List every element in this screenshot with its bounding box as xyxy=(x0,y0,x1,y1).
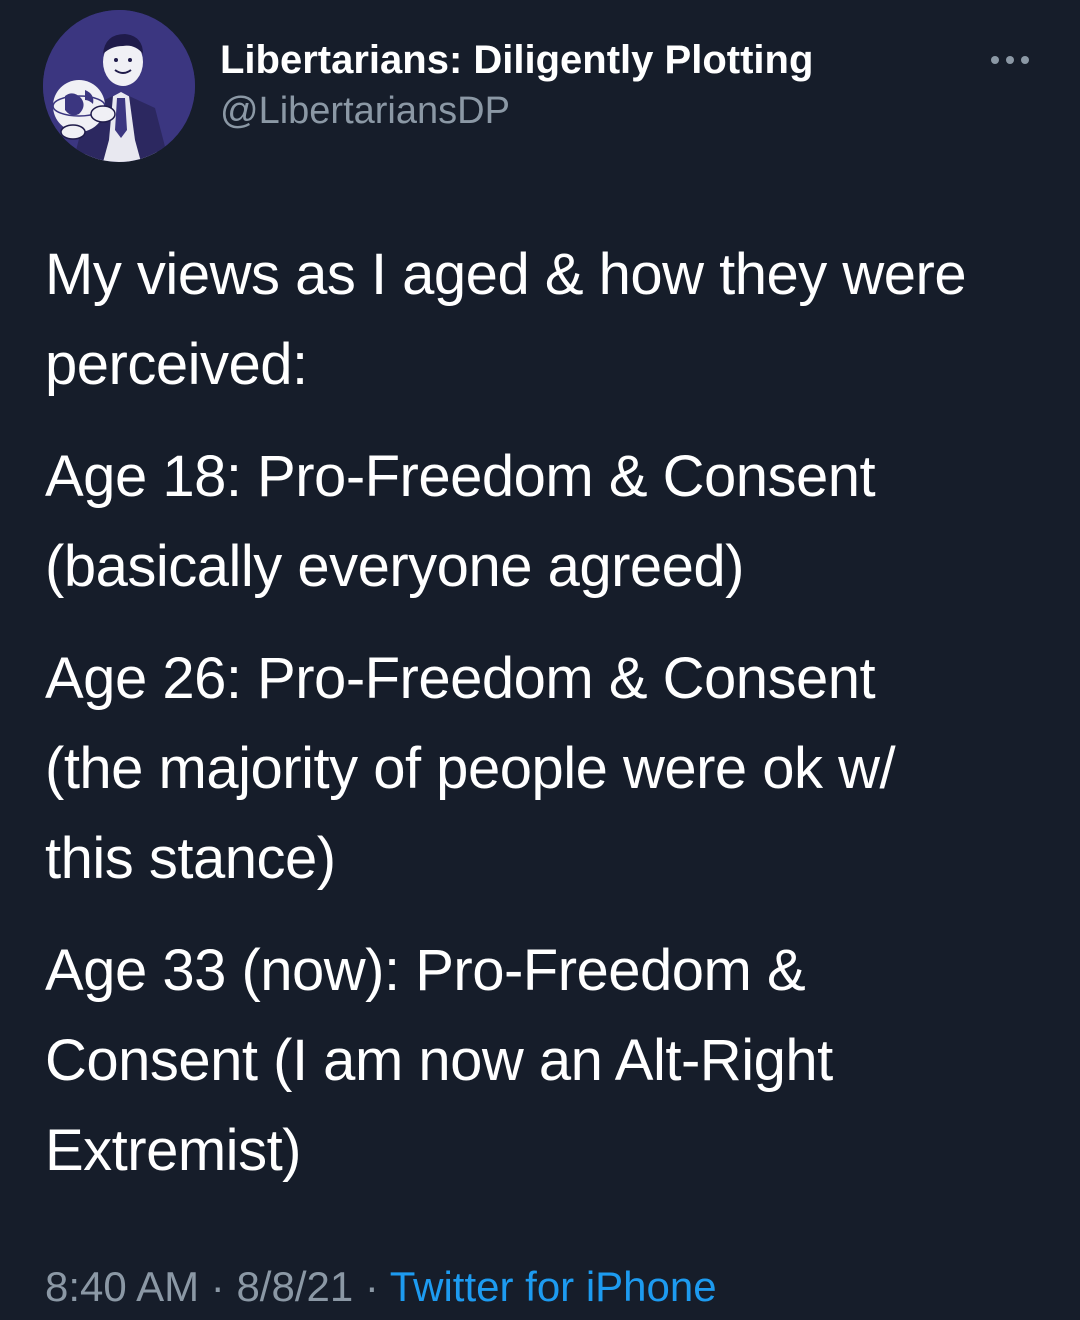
tweet-meta: 8:40 AM · 8/8/21 · Twitter for iPhone xyxy=(45,1262,717,1312)
tweet-line: My views as I aged & how they were xyxy=(45,242,967,307)
tweet-line: perceived: xyxy=(45,332,308,397)
tweet-line: Age 33 (now): Pro-Freedom & xyxy=(45,938,806,1003)
author-names: Libertarians: Diligently Plotting @Liber… xyxy=(220,34,920,134)
tweet-line: Extremist) xyxy=(45,1118,302,1183)
tweet-line: Age 26: Pro-Freedom & Consent xyxy=(45,646,876,711)
meta-separator: · xyxy=(353,1263,390,1310)
tweet-line: (the majority of people were ok w/ xyxy=(45,736,896,801)
tweet-card: Libertarians: Diligently Plotting @Liber… xyxy=(0,0,1080,1320)
author-handle[interactable]: @LibertariansDP xyxy=(220,88,920,134)
author-display-name[interactable]: Libertarians: Diligently Plotting xyxy=(220,34,920,86)
avatar[interactable] xyxy=(43,10,195,162)
tweet-time[interactable]: 8:40 AM xyxy=(45,1263,199,1310)
tweet-line: (basically everyone agreed) xyxy=(45,534,744,599)
more-options-icon[interactable] xyxy=(989,50,1031,70)
tweet-paragraph: Age 26: Pro-Freedom & Consent (the major… xyxy=(45,634,1045,904)
tweet-line: this stance) xyxy=(45,826,336,891)
tweet-line: Consent (I am now an Alt-Right xyxy=(45,1028,833,1093)
meta-separator: · xyxy=(199,1263,237,1310)
tweet-paragraph: My views as I aged & how they were perce… xyxy=(45,230,1045,410)
tweet-text: My views as I aged & how they were perce… xyxy=(45,230,1045,1218)
tweet-date[interactable]: 8/8/21 xyxy=(236,1263,353,1310)
tweet-source-link[interactable]: Twitter for iPhone xyxy=(390,1263,717,1310)
tweet-paragraph: Age 33 (now): Pro-Freedom & Consent (I a… xyxy=(45,926,1045,1196)
more-dot xyxy=(991,56,999,64)
man-holding-globe-icon xyxy=(43,10,195,162)
more-dot xyxy=(1021,56,1029,64)
more-dot xyxy=(1006,56,1014,64)
tweet-paragraph: Age 18: Pro-Freedom & Consent (basically… xyxy=(45,432,1045,612)
tweet-line: Age 18: Pro-Freedom & Consent xyxy=(45,444,876,509)
tweet-header: Libertarians: Diligently Plotting @Liber… xyxy=(43,10,1043,162)
